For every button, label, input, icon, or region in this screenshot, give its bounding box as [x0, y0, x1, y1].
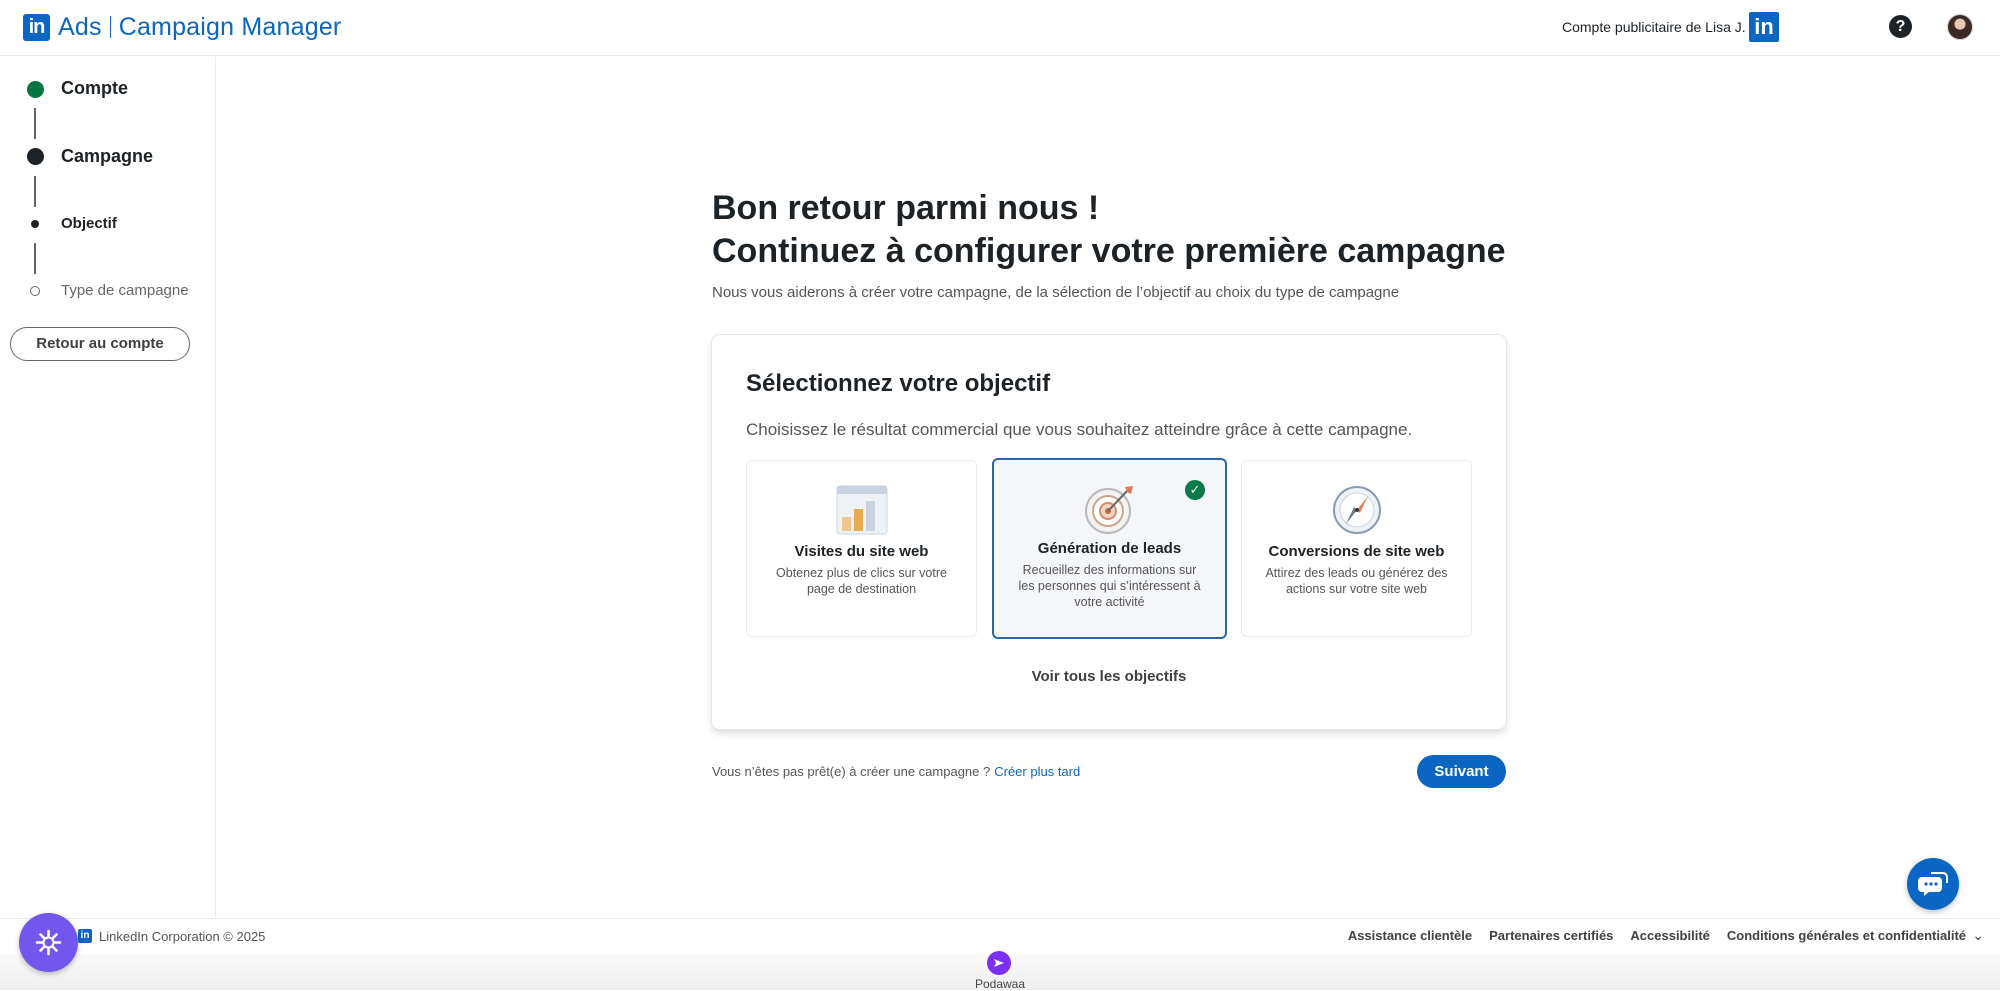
- assistant-launcher-button[interactable]: [19, 913, 78, 972]
- progress-sidebar: Compte Campagne Objectif Type de campagn…: [0, 57, 216, 917]
- card-subtitle: Choisissez le résultat commercial que vo…: [746, 420, 1413, 439]
- chat-icon: [1918, 872, 1948, 896]
- app-name: Campaign Manager: [118, 13, 342, 41]
- create-later-link[interactable]: Créer plus tard: [994, 764, 1080, 779]
- page-title: Bon retour parmi nous ! Continuez à conf…: [712, 187, 1506, 273]
- not-ready-text: Vous n’êtes pas prêt(e) à créer une camp…: [712, 764, 991, 779]
- objective-option-lead-generation[interactable]: ✓ Génération de leads Recueillez des inf…: [992, 458, 1227, 639]
- objective-option-website-conversions[interactable]: Conversions de site web Attirez des lead…: [1241, 460, 1472, 637]
- step-label: Campagne: [61, 146, 154, 166]
- title-line-1: Bon retour parmi nous !: [712, 189, 1100, 227]
- footer-link-support[interactable]: Assistance clientèle: [1348, 928, 1472, 943]
- page-subtitle: Nous vous aiderons à créer votre campagn…: [712, 284, 1400, 301]
- step-done-icon: [27, 81, 44, 98]
- option-title: Visites du site web: [794, 543, 929, 560]
- chevron-down-icon[interactable]: ⌄: [1972, 927, 1984, 944]
- sparkle-icon: [35, 929, 62, 956]
- step-connector: [34, 176, 36, 207]
- footer-link-accessibility[interactable]: Accessibilité: [1630, 928, 1710, 943]
- checkmark-icon: ✓: [1185, 480, 1205, 500]
- step-label: Type de campagne: [61, 282, 189, 299]
- podawaa-label: Podawaa: [974, 977, 1026, 991]
- objective-card: Sélectionnez votre objectif Choisissez l…: [712, 335, 1506, 729]
- step-connector: [34, 108, 36, 139]
- target-icon: [1084, 486, 1133, 534]
- compass-icon: [1332, 486, 1381, 534]
- footer-linkedin-icon: in: [78, 929, 92, 943]
- step-objectif[interactable]: Objectif: [0, 209, 216, 239]
- brand-logo[interactable]: in Ads Campaign Manager: [23, 13, 341, 42]
- footer-copyright: LinkedIn Corporation © 2025: [99, 929, 266, 944]
- next-button[interactable]: Suivant: [1417, 755, 1506, 788]
- option-description: Recueillez des informations sur les pers…: [1018, 563, 1201, 609]
- substep-current-icon: [31, 220, 39, 228]
- option-description: Obtenez plus de clics sur votre page de …: [776, 566, 947, 596]
- account-logo-icon[interactable]: in: [1749, 12, 1779, 42]
- linkedin-logo-icon: in: [23, 14, 50, 41]
- substep-upcoming-icon: [30, 286, 40, 296]
- step-current-icon: [27, 148, 44, 165]
- step-label: Objectif: [61, 215, 117, 232]
- bar-chart-icon: [836, 485, 887, 535]
- footer-link-partners[interactable]: Partenaires certifiés: [1489, 928, 1613, 943]
- card-title: Sélectionnez votre objectif: [746, 370, 1051, 397]
- see-all-objectives-link[interactable]: Voir tous les objectifs: [712, 668, 1506, 685]
- step-campagne[interactable]: Campagne: [0, 141, 216, 171]
- footer-link-terms[interactable]: Conditions générales et confidentialité: [1727, 928, 1966, 943]
- step-label: Compte: [61, 78, 128, 98]
- podawaa-icon[interactable]: [987, 951, 1011, 975]
- step-type-de-campagne[interactable]: Type de campagne: [0, 276, 216, 306]
- brand-divider: [109, 16, 111, 38]
- option-title: Génération de leads: [1037, 540, 1182, 557]
- option-description: Attirez des leads ou générez des actions…: [1265, 566, 1448, 596]
- footer-links: Assistance clientèle Partenaires certifi…: [1348, 928, 1966, 943]
- account-name[interactable]: Compte publicitaire de Lisa J.: [1562, 19, 1746, 35]
- help-icon[interactable]: ?: [1889, 15, 1912, 38]
- user-avatar[interactable]: [1947, 14, 1973, 40]
- not-ready-row: Vous n’êtes pas prêt(e) à créer une camp…: [712, 764, 1080, 779]
- objective-option-website-visits[interactable]: Visites du site web Obtenez plus de clic…: [746, 460, 977, 637]
- chat-support-button[interactable]: [1907, 858, 1959, 910]
- footer: in LinkedIn Corporation © 2025 Assistanc…: [0, 918, 2000, 954]
- top-bar: in Ads Campaign Manager Compte publicitai…: [0, 0, 2000, 56]
- product-name: Ads: [58, 13, 102, 41]
- title-line-2: Continuez à configurer votre première ca…: [712, 232, 1506, 270]
- step-compte[interactable]: Compte: [0, 73, 216, 103]
- back-to-account-button[interactable]: Retour au compte: [10, 327, 190, 361]
- option-title: Conversions de site web: [1268, 543, 1445, 560]
- step-connector: [34, 243, 36, 274]
